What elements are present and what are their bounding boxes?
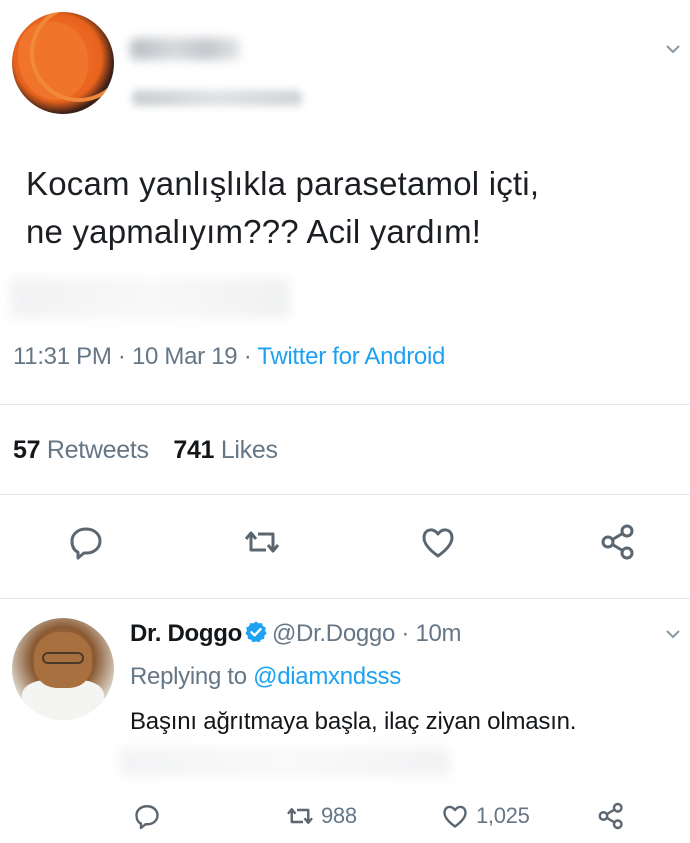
verified-badge-icon: [245, 621, 267, 643]
retweet-icon: [287, 808, 313, 824]
like-icon: [443, 805, 467, 828]
blurred-display-name[interactable]: [130, 38, 240, 60]
share-icon: [598, 802, 623, 830]
reply-action-bar: 988 1,025: [0, 796, 690, 836]
blurred-translation-strip: [10, 278, 290, 318]
avatar-glasses: [42, 652, 84, 664]
share-icon[interactable]: [598, 522, 638, 562]
reply-display-name[interactable]: Dr. Doggo: [130, 620, 242, 647]
tweet-text: Kocam yanlışlıkla parasetamol içti, ne y…: [26, 165, 540, 250]
reply-like-button[interactable]: 1,025: [440, 796, 530, 836]
divider: [0, 598, 690, 599]
retweet-icon[interactable]: [242, 522, 282, 562]
reply-share-button[interactable]: [596, 796, 626, 836]
tweet-action-bar: [0, 522, 690, 572]
reply-reply-button[interactable]: [132, 796, 162, 836]
user-avatar[interactable]: [12, 12, 114, 114]
reply-text: Başını ağrıtmaya başla, ilaç ziyan olmas…: [130, 708, 577, 735]
reply-avatar[interactable]: [12, 618, 114, 720]
replying-to: Replying to @diamxndsss: [130, 663, 401, 691]
retweet-count[interactable]: 57: [13, 436, 41, 464]
tweet-source-link[interactable]: Twitter for Android: [257, 343, 445, 370]
blurred-handle[interactable]: [132, 90, 302, 106]
reply-retweet-count: 988: [321, 803, 357, 828]
reply-header: Dr. Doggo @Dr.Doggo · 10m: [130, 620, 462, 648]
blurred-translation-strip: [120, 748, 450, 776]
divider: [0, 404, 690, 405]
like-count[interactable]: 741: [173, 436, 214, 464]
retweet-label[interactable]: Retweets: [47, 436, 149, 464]
tweet-stats: 57 Retweets 741 Likes: [13, 436, 278, 465]
reply-icon: [135, 805, 159, 830]
tweet-meta: 11:31 PM · 10 Mar 19 · Twitter for Andro…: [13, 343, 445, 371]
replying-to-mention[interactable]: @diamxndsss: [253, 663, 401, 690]
reply-icon[interactable]: [66, 522, 106, 562]
reply-time: · 10m: [395, 620, 462, 647]
divider: [0, 494, 690, 495]
reply-like-count: 1,025: [476, 803, 530, 828]
reply-retweet-button[interactable]: 988: [285, 796, 357, 836]
like-icon[interactable]: [418, 522, 458, 562]
replying-to-label: Replying to: [130, 663, 254, 690]
chevron-down-icon[interactable]: [664, 625, 682, 643]
reply-handle[interactable]: @Dr.Doggo: [272, 620, 395, 647]
like-label[interactable]: Likes: [221, 436, 278, 464]
tweet-timestamp: 11:31 PM · 10 Mar 19 ·: [13, 343, 258, 370]
chevron-down-icon[interactable]: [664, 40, 682, 58]
